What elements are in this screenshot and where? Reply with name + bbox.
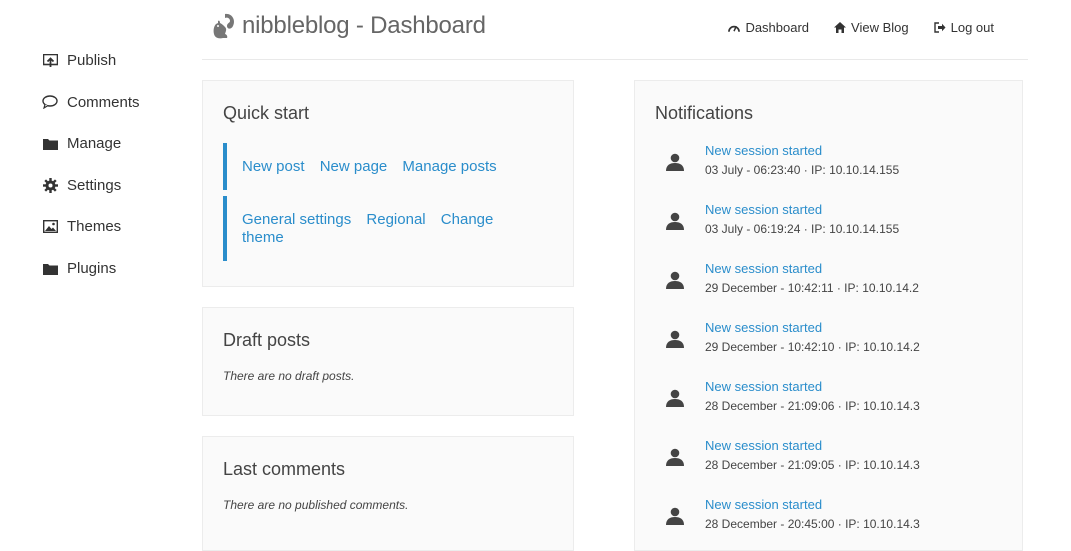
gear-icon bbox=[42, 177, 58, 193]
nav-dashboard-label: Dashboard bbox=[745, 20, 810, 35]
top-nav: Dashboard View Blog Log out bbox=[703, 20, 994, 35]
nav-view-blog-link[interactable]: View Blog bbox=[834, 20, 909, 35]
dashboard-gauge-icon bbox=[728, 22, 741, 34]
sidebar-item-manage[interactable]: Manage bbox=[42, 123, 192, 165]
last-comments-empty-text: There are no published comments. bbox=[223, 498, 409, 512]
notification-item: New session started 28 December - 21:09:… bbox=[665, 379, 920, 414]
notification-meta: 03 July - 06:19:24 · IP: 10.10.14.155 bbox=[705, 222, 900, 236]
sidebar-item-themes[interactable]: Themes bbox=[42, 206, 192, 248]
user-icon bbox=[665, 152, 685, 172]
notification-title-link[interactable]: New session started bbox=[705, 143, 899, 159]
notification-meta: 03 July - 06:23:40 · IP: 10.10.14.155 bbox=[705, 163, 900, 177]
brand[interactable]: nibbleblog - Dashboard bbox=[210, 12, 486, 40]
notification-item: New session started 03 July - 06:19:24 ·… bbox=[665, 202, 899, 237]
draft-posts-empty-text: There are no draft posts. bbox=[223, 369, 355, 383]
top-header: nibbleblog - Dashboard Dashboard View Bl… bbox=[202, 0, 1028, 60]
sidebar: Publish Comments Manage Settings Themes … bbox=[42, 40, 192, 289]
last-comments-panel: Last comments There are no published com… bbox=[202, 436, 574, 551]
notification-meta: 28 December - 21:09:05 · IP: 10.10.14.3 bbox=[705, 458, 920, 472]
nav-logout-label: Log out bbox=[950, 20, 994, 35]
manage-posts-link[interactable]: Manage posts bbox=[402, 158, 496, 175]
quick-start-title: Quick start bbox=[223, 103, 310, 123]
user-icon bbox=[665, 211, 685, 231]
notification-title-link[interactable]: New session started bbox=[705, 438, 920, 454]
new-page-link[interactable]: New page bbox=[320, 158, 388, 175]
sidebar-item-label: Themes bbox=[67, 218, 122, 236]
general-settings-link[interactable]: General settings bbox=[242, 211, 351, 228]
notification-item: New session started 29 December - 10:42:… bbox=[665, 261, 919, 296]
sidebar-item-publish[interactable]: Publish bbox=[42, 40, 192, 82]
notification-meta: 29 December - 10:42:11 · IP: 10.10.14.2 bbox=[705, 281, 919, 295]
folder-icon bbox=[42, 260, 58, 276]
quick-start-panel: Quick start New post New page Manage pos… bbox=[202, 80, 574, 287]
regional-link[interactable]: Regional bbox=[366, 211, 425, 228]
notification-meta: 28 December - 20:45:00 · IP: 10.10.14.3 bbox=[705, 517, 920, 531]
notification-item: New session started 28 December - 21:09:… bbox=[665, 438, 920, 473]
sidebar-item-settings[interactable]: Settings bbox=[42, 165, 192, 207]
new-post-link[interactable]: New post bbox=[242, 158, 305, 175]
sidebar-item-label: Settings bbox=[67, 176, 122, 194]
draft-posts-panel: Draft posts There are no draft posts. bbox=[202, 307, 574, 416]
sidebar-item-plugins[interactable]: Plugins bbox=[42, 248, 192, 290]
notification-title-link[interactable]: New session started bbox=[705, 379, 920, 395]
notification-item: New session started 29 December - 10:42:… bbox=[665, 320, 920, 355]
page-title: nibbleblog - Dashboard bbox=[242, 12, 486, 39]
notification-title-link[interactable]: New session started bbox=[705, 320, 920, 336]
quick-start-content-links: New post New page Manage posts bbox=[223, 143, 542, 190]
notification-item: New session started 28 December - 20:45:… bbox=[665, 497, 920, 532]
notification-item: New session started 03 July - 06:23:40 ·… bbox=[665, 143, 899, 178]
user-icon bbox=[665, 447, 685, 467]
quick-start-settings-links: General settings Regional Change theme bbox=[223, 196, 502, 261]
folder-icon bbox=[42, 136, 58, 152]
home-icon bbox=[834, 22, 847, 34]
draft-posts-title: Draft posts bbox=[223, 330, 311, 350]
comment-icon bbox=[42, 94, 58, 110]
sidebar-item-label: Publish bbox=[67, 52, 117, 70]
sidebar-item-comments[interactable]: Comments bbox=[42, 82, 192, 124]
nav-dashboard-link[interactable]: Dashboard bbox=[728, 20, 809, 35]
user-icon bbox=[665, 506, 685, 526]
image-icon bbox=[42, 219, 58, 235]
nav-logout-link[interactable]: Log out bbox=[933, 20, 994, 35]
publish-icon bbox=[42, 53, 58, 69]
sidebar-item-label: Manage bbox=[67, 135, 122, 153]
notification-title-link[interactable]: New session started bbox=[705, 497, 920, 513]
last-comments-title: Last comments bbox=[223, 459, 346, 479]
logout-icon bbox=[933, 22, 946, 34]
notifications-title: Notifications bbox=[655, 103, 754, 123]
notification-title-link[interactable]: New session started bbox=[705, 261, 919, 277]
user-icon bbox=[665, 329, 685, 349]
notification-title-link[interactable]: New session started bbox=[705, 202, 899, 218]
notification-meta: 28 December - 21:09:06 · IP: 10.10.14.3 bbox=[705, 399, 920, 413]
notifications-panel: Notifications New session started 03 Jul… bbox=[634, 80, 1023, 551]
sidebar-item-label: Plugins bbox=[67, 259, 117, 277]
notification-meta: 29 December - 10:42:10 · IP: 10.10.14.2 bbox=[705, 340, 920, 354]
user-icon bbox=[665, 270, 685, 290]
sidebar-item-label: Comments bbox=[67, 93, 140, 111]
squirrel-logo-icon bbox=[210, 12, 236, 40]
user-icon bbox=[665, 388, 685, 408]
nav-view-blog-label: View Blog bbox=[851, 20, 909, 35]
